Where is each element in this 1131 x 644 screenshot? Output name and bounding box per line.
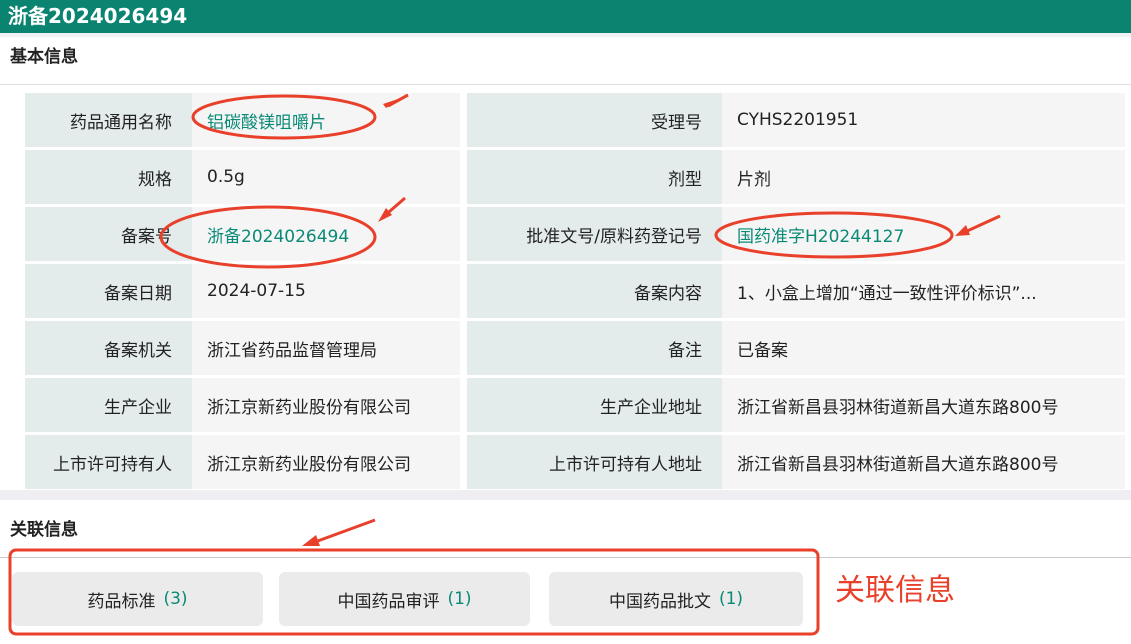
field-value-text: 浙江省新昌县羽林街道新昌大道东路800号 [737,454,1059,475]
field-label: 备案机关 [25,321,192,378]
page-title: 浙备2024026494 [0,0,1131,33]
basic-info-table: 药品通用名称 铝碳酸镁咀嚼片 受理号 CYHS2201951 规格 0.5g 剂型 片剂备案号… [25,93,1125,492]
table-row: 备案号 浙备2024026494 批准文号/原料药登记号 国药准字H20244127 [25,207,1125,264]
table-row: 备案机关 浙江省药品监督管理局 备注 已备案 [25,321,1125,378]
field-value: CYHS2201951 [722,93,1125,150]
field-label: 受理号 [467,93,722,150]
field-value-text[interactable]: 国药准字H20244127 [737,222,904,247]
field-label: 备案号 [25,207,192,264]
field-label: 剂型 [467,150,722,207]
count-badge: (1) [718,589,744,609]
field-label: 规格 [25,150,192,207]
field-label-text: 剂型 [668,169,702,190]
field-value: 浙江省新昌县羽林街道新昌大道东路800号 [722,378,1125,435]
field-label: 备案日期 [25,264,192,321]
field-value-text: 浙江京新药业股份有限公司 [207,454,411,475]
field-value: 浙江省新昌县羽林街道新昌大道东路800号 [722,435,1125,492]
field-value: 浙江省药品监督管理局 [192,321,460,378]
button-label: 中国药品审评 [337,591,440,612]
field-label-text: 上市许可持有人 [53,454,172,475]
field-value-text: 浙江省新昌县羽林街道新昌大道东路800号 [737,397,1059,418]
table-row: 备案日期 2024-07-15 备案内容 1、小盒上增加“通过一致性评价标识”... [25,264,1125,321]
field-label: 生产企业 [25,378,192,435]
field-label-text: 生产企业地址 [600,397,702,418]
field-label: 备案内容 [467,264,722,321]
field-label-text: 备案内容 [634,283,702,304]
field-label-text: 生产企业 [104,397,172,418]
button-label: 药品标准 [87,591,156,612]
field-value: 片剂 [722,150,1125,207]
field-value[interactable]: 铝碳酸镁咀嚼片 [192,93,460,150]
field-label: 批准文号/原料药登记号 [467,207,722,264]
annotation-label: 关联信息 [835,573,955,608]
field-value-text: 0.5g [207,167,245,187]
table-row: 规格 0.5g 剂型 片剂 [25,150,1125,207]
field-value-text[interactable]: 铝碳酸镁咀嚼片 [207,108,326,133]
field-label-text: 备案机关 [104,340,172,361]
related-drug-review-button[interactable]: 中国药品审评 (1) [279,572,530,626]
field-value-text: CYHS2201951 [737,110,859,130]
field-label: 上市许可持有人 [25,435,192,492]
field-label-text: 备注 [668,340,702,361]
field-label-text: 受理号 [651,112,702,133]
field-value: 已备案 [722,321,1125,378]
field-label: 生产企业地址 [467,378,722,435]
field-label-text: 药品通用名称 [70,112,172,133]
count-badge: (1) [447,589,472,609]
table-row: 上市许可持有人 浙江京新药业股份有限公司 上市许可持有人地址 浙江省新昌县羽林街道新昌… [25,435,1125,492]
field-value-text: 浙江京新药业股份有限公司 [207,397,411,418]
field-label: 上市许可持有人地址 [467,435,722,492]
related-drug-standard-button[interactable]: 药品标准 (3) [12,572,263,626]
field-label-text: 上市许可持有人地址 [549,454,702,475]
button-label: 中国药品批文 [608,591,711,612]
table-row: 药品通用名称 铝碳酸镁咀嚼片 受理号 CYHS2201951 [25,93,1125,150]
field-value: 2024-07-15 [192,264,460,321]
field-value-text: 片剂 [737,169,771,190]
related-info-heading: 关联信息 [0,515,1131,558]
field-value: 浙江京新药业股份有限公司 [192,378,460,435]
field-label-text: 规格 [138,169,172,190]
field-value: 0.5g [192,150,460,207]
field-value: 1、小盒上增加“通过一致性评价标识”... [722,264,1125,321]
field-value-text: 已备案 [737,340,788,361]
basic-info-heading: 基本信息 [0,37,1131,85]
field-value[interactable]: 国药准字H20244127 [722,207,1125,264]
field-label: 药品通用名称 [25,93,192,150]
table-row: 生产企业 浙江京新药业股份有限公司 生产企业地址 浙江省新昌县羽林街道新昌大道东路80… [25,378,1125,435]
related-drug-approval-button[interactable]: 中国药品批文 (1) [549,572,803,626]
field-value-text: 2024-07-15 [207,281,306,301]
field-label-text: 批准文号/原料药登记号 [526,226,702,247]
field-value-text: 1、小盒上增加“通过一致性评价标识”... [737,283,1037,304]
field-label-text: 备案号 [121,226,172,247]
field-label-text: 备案日期 [104,283,172,304]
count-badge: (3) [163,589,188,609]
field-value: 浙江京新药业股份有限公司 [192,435,460,492]
field-label: 备注 [467,321,722,378]
section-separator [0,490,1131,500]
field-value-text[interactable]: 浙备2024026494 [207,222,349,247]
field-value-text: 浙江省药品监督管理局 [207,340,377,361]
field-value[interactable]: 浙备2024026494 [192,207,460,264]
